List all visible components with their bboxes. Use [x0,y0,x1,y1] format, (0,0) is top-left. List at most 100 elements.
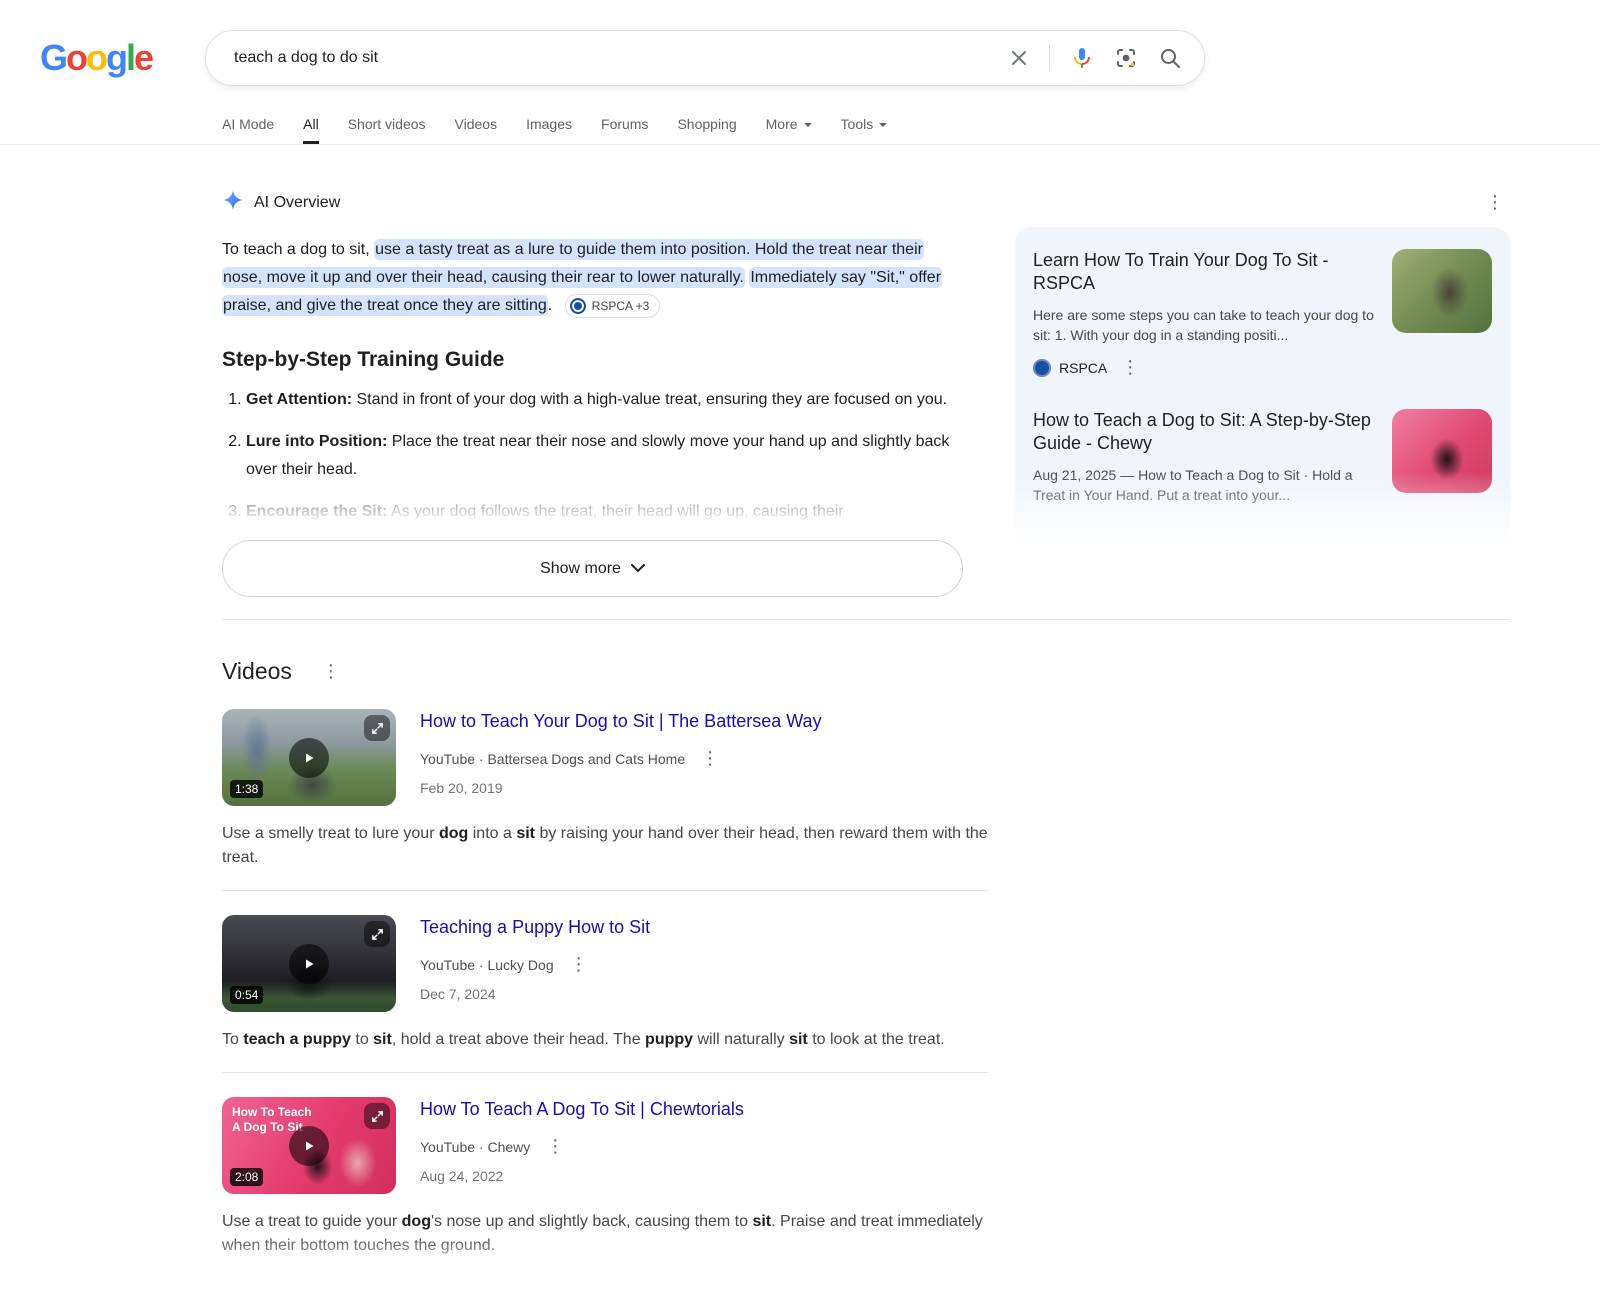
ai-overview-menu-icon[interactable]: ⋮ [1480,192,1510,214]
training-step-3: Encourage the Sit: As your dog follows t… [246,498,963,526]
expand-icon[interactable] [364,1103,390,1129]
play-icon[interactable] [289,1126,329,1166]
tab-label: Short videos [348,116,426,132]
video-result-3: How To Teach A Dog To Sit 2:08 How To Te… [222,1097,988,1258]
video-title-link[interactable]: Teaching a Puppy How to Sit [420,917,650,938]
ai-overview-header: AI Overview ⋮ [222,189,1510,216]
video-thumbnail[interactable]: 0:54 [222,915,396,1012]
video-title-link[interactable]: How to Teach Your Dog to Sit | The Batte… [420,711,822,732]
training-step-2: Lure into Position: Place the treat near… [246,428,963,484]
video-thumbnail[interactable]: How To Teach A Dog To Sit 2:08 [222,1097,396,1194]
logo-letter: g [106,37,126,78]
video-date: Aug 24, 2022 [420,1168,744,1184]
results-content: AI Overview ⋮ To teach a dog to sit, use… [222,145,1510,1258]
google-logo[interactable]: Google [40,37,205,79]
show-more-button[interactable]: Show more [222,540,963,597]
video-date: Feb 20, 2019 [420,780,822,796]
results-nav: AI Mode All Short videos Videos Images F… [222,116,1600,144]
google-lens-icon[interactable] [1114,46,1138,70]
video-result-2: 0:54 Teaching a Puppy How to Sit YouTube… [222,915,988,1073]
video-duration: 0:54 [230,986,263,1004]
source-card-thumbnail[interactable] [1392,409,1492,493]
tab-tools[interactable]: Tools [841,116,888,144]
tab-more[interactable]: More [766,116,812,144]
chevron-down-icon [631,564,645,573]
ai-overview-sources-panel: Learn How To Train Your Dog To Sit - RSP… [1015,227,1510,549]
logo-letter: o [66,37,86,78]
tab-videos[interactable]: Videos [455,116,498,144]
videos-section-header: Videos ⋮ [222,658,1510,685]
tab-label: Images [526,116,572,132]
tab-label: Shopping [677,116,736,132]
logo-letter: e [134,37,152,78]
training-steps: Get Attention: Stand in front of your do… [222,386,963,526]
video-description: To teach a puppy to sit, hold a treat ab… [222,1028,988,1052]
rspca-favicon-icon [1033,359,1051,377]
expand-icon[interactable] [364,921,390,947]
tab-forums[interactable]: Forums [601,116,648,144]
logo-letter: G [40,37,66,78]
video-divider [222,1072,988,1073]
guide-title: Step-by-Step Training Guide [222,348,963,372]
search-bar-divider [1049,45,1050,71]
tab-images[interactable]: Images [526,116,572,144]
chevron-down-icon [879,123,887,127]
video-duration: 2:08 [230,1168,263,1186]
ai-overview-paragraph: To teach a dog to sit, use a tasty treat… [222,236,963,320]
rspca-favicon-icon [570,298,586,314]
video-menu-icon[interactable]: ⋮ [695,748,725,770]
video-source: YouTube · Lucky Dog [420,957,554,973]
video-menu-icon[interactable]: ⋮ [540,1136,570,1158]
tab-shopping[interactable]: Shopping [677,116,736,144]
video-date: Dec 7, 2024 [420,986,650,1002]
video-menu-icon[interactable]: ⋮ [564,954,594,976]
video-description: Use a smelly treat to lure your dog into… [222,822,988,870]
microphone-icon[interactable] [1070,46,1094,70]
tab-label: All [303,116,319,132]
tab-label: Tools [841,116,874,132]
tab-ai-mode[interactable]: AI Mode [222,116,274,144]
source-card-snippet: Here are some steps you can take to teac… [1033,305,1376,345]
show-more-label: Show more [540,560,621,578]
video-divider [222,890,988,891]
tab-all[interactable]: All [303,116,319,144]
ai-overview-label: AI Overview [254,194,340,212]
source-card-snippet: Aug 21, 2025 — How to Teach a Dog to Sit… [1033,465,1376,505]
source-card-menu-icon[interactable]: ⋮ [1115,357,1145,379]
section-divider [222,619,1510,620]
source-card-title[interactable]: How to Teach a Dog to Sit: A Step-by-Ste… [1033,409,1376,455]
ai-overview-body: To teach a dog to sit, use a tasty treat… [222,236,963,597]
chevron-down-icon [804,123,812,127]
search-bar[interactable] [205,30,1205,86]
logo-letter: o [86,37,106,78]
source-card-site: RSPCA [1059,360,1107,376]
videos-menu-icon[interactable]: ⋮ [316,661,346,683]
play-icon[interactable] [289,738,329,778]
tab-label: AI Mode [222,116,274,132]
video-description: Use a treat to guide your dog's nose up … [222,1210,988,1258]
source-card-chewy[interactable]: How to Teach a Dog to Sit: A Step-by-Ste… [1015,391,1510,517]
ai-sparkle-icon [222,189,244,216]
tab-label: More [766,116,798,132]
logo-letter: l [126,37,134,78]
expand-icon[interactable] [364,715,390,741]
training-step-1: Get Attention: Stand in front of your do… [246,386,963,414]
tab-short-videos[interactable]: Short videos [348,116,426,144]
tab-label: Videos [455,116,498,132]
tab-label: Forums [601,116,648,132]
source-card-title[interactable]: Learn How To Train Your Dog To Sit - RSP… [1033,249,1376,295]
play-icon[interactable] [289,944,329,984]
video-duration: 1:38 [230,780,263,798]
video-thumbnail[interactable]: 1:38 [222,709,396,806]
source-card-rspca[interactable]: Learn How To Train Your Dog To Sit - RSP… [1015,231,1510,391]
source-chip[interactable]: RSPCA +3 [565,294,661,318]
video-title-link[interactable]: How To Teach A Dog To Sit | Chewtorials [420,1099,744,1120]
search-input[interactable] [232,48,1009,68]
clear-icon[interactable] [1009,48,1029,68]
search-icon[interactable] [1158,46,1182,70]
video-source: YouTube · Chewy [420,1139,530,1155]
source-chip-label: RSPCA +3 [592,292,650,320]
videos-heading: Videos [222,658,292,685]
video-result-1: 1:38 How to Teach Your Dog to Sit | The … [222,709,988,891]
source-card-thumbnail[interactable] [1392,249,1492,333]
